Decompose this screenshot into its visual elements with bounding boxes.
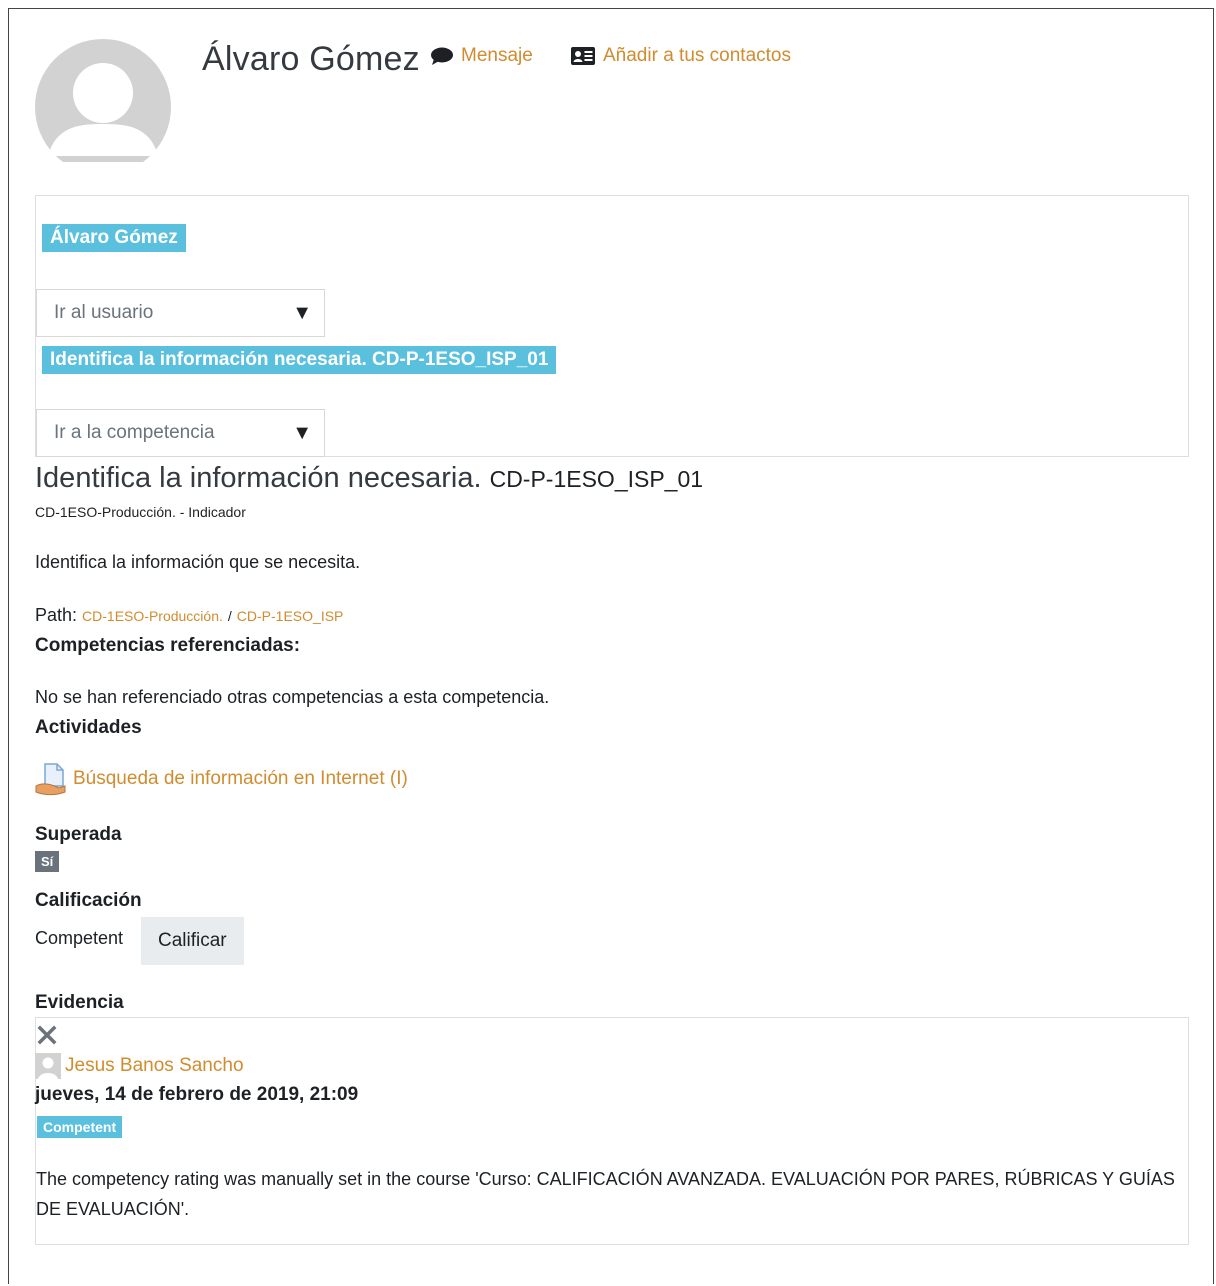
user-select-placeholder: Ir al usuario [54, 302, 154, 323]
assignment-icon [35, 763, 66, 796]
path-label: Path: [35, 605, 78, 625]
competency-idnumber: CD-P-1ESO_ISP_01 [489, 466, 704, 492]
user-fullname: Álvaro Gómez [202, 40, 420, 78]
dropdown-arrow-icon: ▼ [292, 302, 312, 324]
rate-button[interactable]: Calificar [141, 917, 244, 965]
evidence-author-link[interactable]: Jesus Banos Sancho [65, 1055, 244, 1077]
current-competency-pill: Identifica la información necesaria. CD-… [42, 346, 557, 374]
related-competencies-heading: Competencias referenciadas: [35, 635, 301, 656]
message-label: Mensaje [461, 45, 533, 66]
activity-item[interactable]: Búsqueda de información en Internet (I) [35, 762, 408, 796]
competency-framework: CD-1ESO-Producción. - Indicador [35, 504, 246, 520]
user-avatar[interactable] [34, 38, 172, 162]
proficient-badge: Sí [35, 851, 60, 872]
path-separator: / [227, 608, 232, 624]
evidence-author[interactable]: Jesus Banos Sancho [35, 1053, 244, 1079]
evidence-note: The competency rating was manually set i… [36, 1169, 1175, 1219]
avatar-placeholder-icon [35, 39, 171, 162]
close-x-icon [37, 1025, 57, 1045]
current-user-pill: Álvaro Gómez [42, 224, 186, 252]
message-link[interactable]: Mensaje [430, 45, 533, 67]
evidence-date: jueves, 14 de febrero de 2019, 21:09 [35, 1084, 359, 1105]
rating-value: Competent [35, 928, 124, 948]
evidence-heading: Evidencia [35, 992, 124, 1013]
proficient-heading: Superada [35, 824, 122, 845]
competency-select-placeholder: Ir a la competencia [54, 422, 215, 443]
competency-select[interactable]: Ir a la competencia ▼ [36, 409, 325, 457]
add-contact-label: Añadir a tus contactos [603, 45, 791, 66]
dropdown-arrow-icon: ▼ [292, 422, 312, 444]
related-competencies-empty: No se han referenciado otras competencia… [35, 687, 550, 707]
address-card-icon [571, 47, 595, 65]
add-contact-link[interactable]: Añadir a tus contactos [570, 45, 791, 67]
user-thumbnail-icon [35, 1053, 61, 1079]
user-select[interactable]: Ir al usuario ▼ [36, 289, 325, 337]
path-link-framework[interactable]: CD-1ESO-Producción. [82, 608, 223, 624]
evidence-rating-badge: Competent [37, 1116, 123, 1138]
activities-heading: Actividades [35, 717, 142, 738]
speech-bubble-icon [431, 47, 453, 65]
competency-heading: Identifica la información necesaria. CD-… [35, 462, 703, 495]
path-link-parent[interactable]: CD-P-1ESO_ISP [237, 608, 344, 624]
competency-description: Identifica la información que se necesit… [35, 552, 361, 572]
navigation-panel: Álvaro Gómez Ir al usuario ▼ Identifica … [35, 195, 1189, 457]
competency-title: Identifica la información necesaria. [35, 462, 482, 494]
delete-evidence-button[interactable] [37, 1025, 57, 1050]
competency-path: Path: CD-1ESO-Producción. / CD-P-1ESO_IS… [35, 605, 343, 626]
activity-link[interactable]: Búsqueda de información en Internet (I) [73, 768, 408, 790]
rating-heading: Calificación [35, 890, 142, 911]
